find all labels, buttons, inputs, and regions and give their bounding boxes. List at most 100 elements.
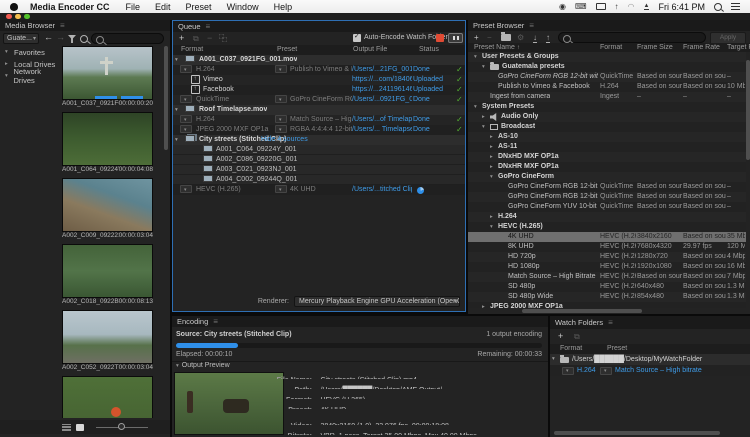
preset-browser-hscrollbar[interactable] [522, 309, 642, 313]
add-output-icon[interactable] [179, 32, 184, 44]
chevron-down-icon[interactable]: ▾ [552, 354, 555, 365]
preset-dropdown-icon[interactable] [600, 367, 612, 375]
chevron-icon[interactable]: ▸ [490, 132, 498, 142]
arrow-up-icon[interactable]: ↑ [615, 0, 619, 13]
row-preset[interactable]: GoPro CineForm RGB 12... [290, 95, 352, 105]
panel-menu-icon[interactable] [608, 318, 613, 327]
queue-row[interactable]: ▾ A003_C021_0923NJ_001 [173, 165, 465, 175]
menu-item[interactable]: File [126, 2, 141, 12]
preset-name[interactable]: GoPro CineForm RGB 12-bit with alpha [508, 182, 598, 192]
forward-icon[interactable] [56, 32, 65, 42]
tab-watch-folders[interactable]: Watch Folders [555, 318, 603, 327]
watch-folders-hscrollbar[interactable] [554, 431, 720, 435]
preset-name[interactable]: H.264 [498, 212, 517, 222]
menu-item[interactable]: Edit [155, 2, 171, 12]
row-preset[interactable]: RGBA 4:4:4:4 12-bit (BC... [290, 125, 352, 135]
preset-name[interactable]: System Presets [482, 102, 534, 112]
row-output-file[interactable]: /Users/... Timelapse_1.mxf [352, 125, 412, 135]
watch-folder-output-row[interactable]: H.264 Match Source – High bitrate [550, 365, 750, 376]
watch-folder-row[interactable]: ▾ /Users/██████/Desktop/MyWatchFolder [550, 354, 750, 365]
preset-name[interactable]: GoPro CineForm [498, 172, 554, 182]
preset-row[interactable]: ▾ HEVC (H.265) [468, 222, 746, 232]
preset-row[interactable]: ▸ AS-11 [468, 142, 746, 152]
menu-item[interactable]: Help [274, 2, 293, 12]
close-button[interactable] [6, 14, 12, 20]
preset-row[interactable]: ▾ User Presets & Groups [468, 52, 746, 62]
preset-row[interactable]: GoPro CineForm RGB 12-bit with alpha Qui… [468, 182, 746, 192]
add-watch-folder-icon[interactable] [558, 330, 563, 342]
queue-row[interactable]: ▾ Roof Timelapse.mov [173, 105, 465, 115]
queue-row[interactable]: ▾ A001_C064_09224Y_001 [173, 145, 465, 155]
output-preview-header[interactable]: Output Preview [176, 362, 230, 369]
screen-recording-icon[interactable]: ◉ [559, 0, 566, 13]
filter-icon[interactable] [68, 35, 76, 43]
column-preset-name[interactable]: Preset Name [474, 44, 520, 51]
hide-sources-link[interactable]: Hide 4 sources [261, 135, 308, 145]
media-clip[interactable]: A001_C064_09224Y_... 00:00:04:08 [62, 112, 153, 178]
chevron-down-icon[interactable]: ▾ [175, 55, 178, 65]
zoom-slider-knob[interactable] [118, 423, 125, 430]
queue-row[interactable]: ▾ A004_C002_09244Q_001 [173, 175, 465, 185]
preset-row[interactable]: Publish to Vimeo & Facebook H.264 Based … [468, 82, 746, 92]
chevron-icon[interactable]: ▸ [5, 61, 11, 67]
preset-row[interactable]: ▾ Broadcast [468, 122, 746, 132]
chevron-icon[interactable]: ▾ [474, 52, 482, 62]
spotlight-search-icon[interactable] [714, 3, 722, 11]
location-dropdown[interactable]: Guate... [3, 33, 39, 44]
zoom-search-icon[interactable] [80, 35, 88, 43]
chevron-down-icon[interactable] [176, 362, 179, 369]
thumbnail-view-icon[interactable] [76, 424, 84, 431]
wifi-icon[interactable]: ◠ [628, 0, 635, 13]
remove-icon[interactable] [207, 32, 212, 44]
chevron-icon[interactable]: ▾ [474, 102, 482, 112]
preset-row[interactable]: 8K UHD HEVC (H.265) 7680x4320 29.97 fps … [468, 242, 746, 252]
duplicate-icon[interactable] [193, 32, 199, 45]
queue-row[interactable]: ▾ City streets (Stitched Clip) Hide 4 so… [173, 135, 465, 145]
row-output-file[interactable]: https://...com/184066142 [352, 75, 412, 85]
clip-thumbnail[interactable] [62, 46, 153, 100]
format-dropdown-icon[interactable] [180, 125, 192, 133]
watch-folder-format[interactable]: H.264 [577, 365, 596, 376]
queue-row[interactable]: ▾ Vimeo https://...com/184066142 Uploade… [173, 75, 465, 85]
preset-row[interactable]: ▾ System Presets [468, 102, 746, 112]
chevron-icon[interactable]: ▸ [490, 142, 498, 152]
row-preset[interactable]: 4K UHD [290, 185, 352, 195]
row-format[interactable]: HEVC (H.265) [196, 185, 272, 195]
new-group-icon[interactable] [501, 34, 511, 41]
preset-row[interactable]: Match Source – High Bitrate HEVC (H.265)… [468, 272, 746, 282]
tree-item[interactable]: ▾ Favorites [0, 46, 60, 58]
minimize-button[interactable] [15, 14, 21, 20]
format-dropdown-icon[interactable] [180, 95, 192, 103]
panel-menu-icon[interactable] [529, 21, 534, 30]
preset-name[interactable]: HEVC (H.265) [498, 222, 543, 232]
preset-row[interactable]: ▾ GoPro CineForm [468, 172, 746, 182]
preset-row[interactable]: SD 480p HEVC (H.265) 640x480 Based on so… [468, 282, 746, 292]
queue-row[interactable]: ▾ JPEG 2000 MXF OP1a RGBA 4:4:4:4 12-bit… [173, 125, 465, 135]
stop-queue-button[interactable] [436, 34, 444, 42]
preset-name[interactable]: AS-10 [498, 132, 518, 142]
tab-encoding[interactable]: Encoding [177, 317, 208, 326]
preset-name[interactable]: 4K UHD [508, 232, 534, 242]
preset-row[interactable]: ▸ JPEG 2000 MXF OP1a [468, 302, 746, 308]
preset-row[interactable]: HD 720p HEVC (H.265) 1280x720 Based on s… [468, 252, 746, 262]
chevron-icon[interactable]: ▾ [482, 122, 490, 132]
preset-dropdown-icon[interactable] [275, 125, 287, 133]
chevron-down-icon[interactable]: ▾ [175, 105, 178, 115]
copy-icon[interactable] [219, 32, 227, 45]
preset-name[interactable]: SD 480p Wide [508, 292, 553, 302]
tab-preset-browser[interactable]: Preset Browser [473, 21, 524, 30]
preset-row[interactable]: Ingest from camera Ingest – – – [468, 92, 746, 102]
preset-dropdown-icon[interactable] [275, 95, 287, 103]
keyboard-icon[interactable]: ⌨ [575, 0, 587, 13]
media-clip[interactable]: A001_C037_0921FG_... 00:00:00:20 [62, 46, 153, 112]
clip-thumbnail[interactable] [62, 310, 153, 364]
media-clip[interactable]: A002_C009_092221_... 00:00:03:04 [62, 178, 153, 244]
preset-name[interactable]: Publish to Vimeo & Facebook [498, 82, 590, 92]
queue-row[interactable]: ▾ A002_C086_09220G_001 [173, 155, 465, 165]
zoom-button[interactable] [24, 14, 30, 20]
chevron-icon[interactable]: ▸ [482, 112, 490, 122]
preset-name[interactable]: GoPro CineForm RGB 12-bit with alpha... [508, 192, 598, 202]
row-format[interactable]: H.264 [196, 65, 272, 75]
renderer-dropdown[interactable]: Mercury Playback Engine GPU Acceleration… [294, 296, 460, 307]
preset-dropdown-icon[interactable] [275, 115, 287, 123]
